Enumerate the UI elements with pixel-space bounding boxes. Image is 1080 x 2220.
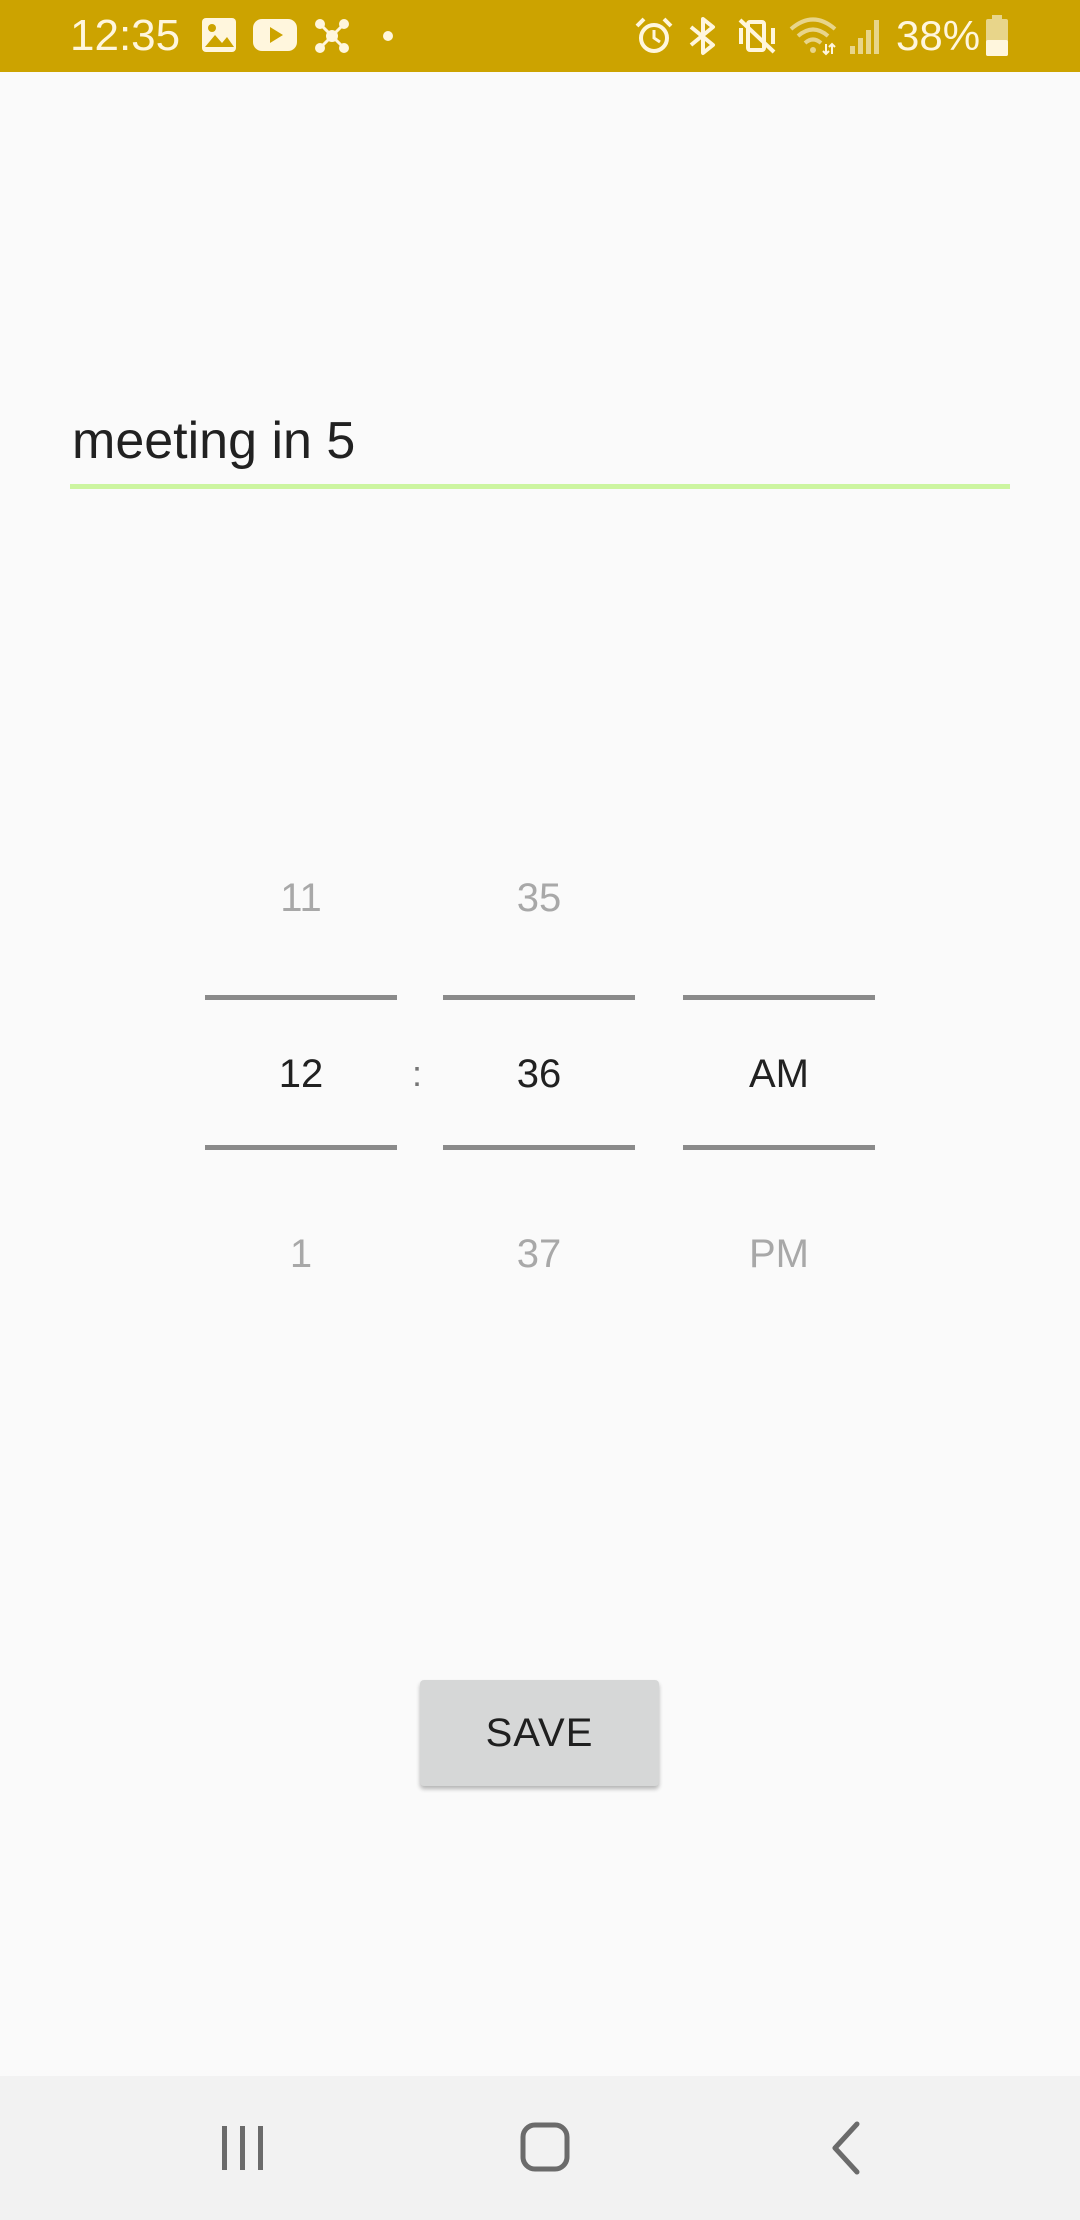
screen: 12: 35 38% meeting in 5 11 12 1: 35 36 3… — [0, 0, 1080, 2220]
hour-prev[interactable]: 11 — [205, 874, 397, 922]
minute-picker[interactable]: 35 36 37 — [443, 840, 635, 1290]
reminder-text-value: meeting in 5 — [72, 412, 356, 470]
status-bar: 12:35 38% — [0, 0, 1080, 72]
navigation-bar — [0, 2076, 1080, 2220]
reminder-text-field[interactable]: meeting in 5 — [70, 400, 1010, 492]
picker-divider — [683, 995, 875, 1000]
recent-apps-icon[interactable] — [193, 2106, 293, 2190]
signal-icon — [850, 20, 879, 54]
picker-divider — [205, 1145, 397, 1150]
minute-prev[interactable]: 35 — [443, 874, 635, 922]
ampm-next[interactable]: PM — [683, 1230, 875, 1278]
time-separator: : — [412, 1053, 423, 1094]
back-icon[interactable] — [797, 2106, 897, 2190]
picker-divider — [443, 995, 635, 1000]
home-icon[interactable] — [495, 2106, 595, 2190]
picker-divider — [205, 995, 397, 1000]
hour-current[interactable]: 12 — [205, 1050, 397, 1098]
picker-divider — [443, 1145, 635, 1150]
gallery-icon — [202, 18, 236, 52]
hour-next[interactable]: 1 — [205, 1230, 397, 1278]
youtube-icon — [253, 19, 297, 51]
ampm-picker[interactable]: AM PM — [683, 840, 875, 1290]
mute-vibrate-icon — [738, 18, 776, 54]
status-time: 12:35 — [70, 11, 181, 60]
text-field-underline — [70, 484, 1010, 489]
minute-current[interactable]: 36 — [443, 1050, 635, 1098]
picker-divider — [683, 1145, 875, 1150]
save-button[interactable]: SAVE — [420, 1680, 659, 1786]
ampm-current[interactable]: AM — [683, 1050, 875, 1098]
battery-icon — [986, 15, 1008, 56]
dot-icon — [383, 31, 393, 41]
hour-picker[interactable]: 11 12 1 — [205, 840, 397, 1290]
app-notification-icon — [315, 19, 349, 53]
battery-percent: 38% — [896, 12, 981, 59]
wifi-icon — [789, 17, 837, 56]
alarm-icon — [635, 17, 673, 53]
bluetooth-icon — [689, 17, 715, 55]
minute-next[interactable]: 37 — [443, 1230, 635, 1278]
